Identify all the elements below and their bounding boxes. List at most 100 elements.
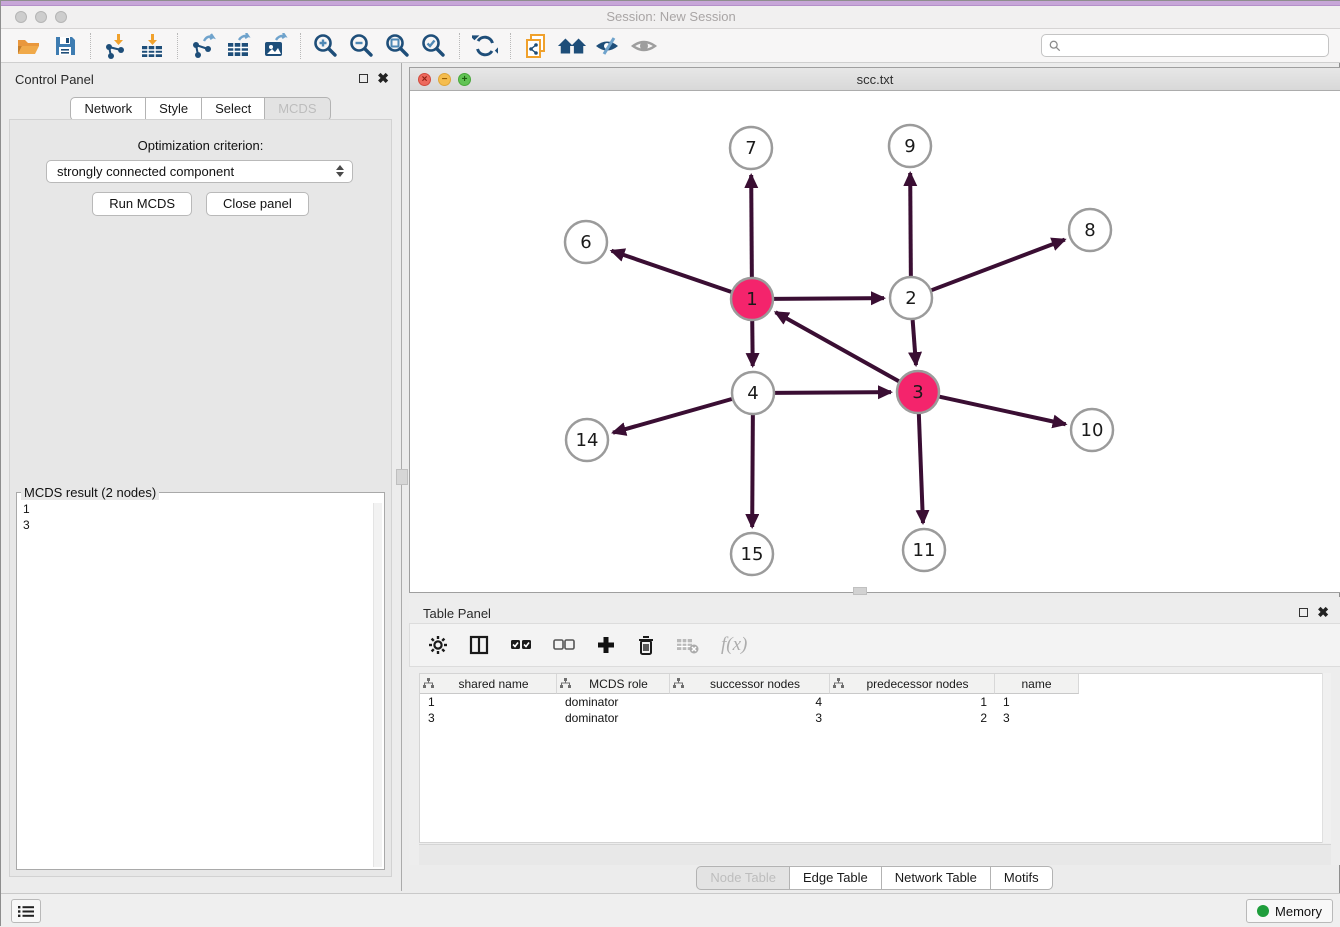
export-table-button[interactable] — [224, 32, 254, 60]
float-panel-icon[interactable] — [359, 74, 368, 83]
node-15[interactable]: 15 — [731, 533, 773, 575]
edge-1-6[interactable] — [612, 251, 732, 292]
create-column-button[interactable] — [596, 635, 616, 655]
run-mcds-button[interactable]: Run MCDS — [92, 192, 192, 216]
column-header-successor-nodes[interactable]: successor nodes — [670, 674, 830, 694]
column-header-shared-name[interactable]: shared name — [420, 674, 557, 694]
tab-select[interactable]: Select — [201, 97, 265, 121]
node-label: 10 — [1081, 420, 1104, 441]
node-1[interactable]: 1 — [731, 278, 773, 320]
node-label: 2 — [905, 288, 916, 309]
delete-table-button[interactable] — [676, 635, 700, 655]
node-6[interactable]: 6 — [565, 221, 607, 263]
import-network-button[interactable] — [101, 32, 131, 60]
tab-mcds[interactable]: MCDS — [264, 97, 330, 121]
node-7[interactable]: 7 — [730, 127, 772, 169]
node-14[interactable]: 14 — [566, 419, 608, 461]
column-header-predecessor-nodes[interactable]: predecessor nodes — [830, 674, 995, 694]
function-builder-button[interactable]: f(x) — [721, 634, 747, 656]
mcds-result-text[interactable]: 1 3 — [17, 501, 372, 867]
edge-1-7[interactable] — [751, 175, 752, 277]
save-session-button[interactable] — [50, 32, 80, 60]
node-label: 3 — [912, 382, 923, 403]
table-vertical-scrollbar[interactable] — [1322, 673, 1331, 843]
edge-2-3[interactable] — [913, 320, 916, 365]
table-cell[interactable]: 3 — [995, 710, 1079, 726]
tab-motifs[interactable]: Motifs — [990, 866, 1053, 890]
delete-column-button[interactable] — [637, 635, 655, 656]
zoom-in-button[interactable] — [311, 32, 341, 60]
node-11[interactable]: 11 — [903, 529, 945, 571]
node-8[interactable]: 8 — [1069, 209, 1111, 251]
result-scrollbar[interactable] — [373, 503, 382, 867]
node-table[interactable]: shared nameMCDS rolesuccessor nodesprede… — [419, 673, 1331, 843]
float-panel-icon[interactable] — [1299, 608, 1308, 617]
table-cell[interactable]: dominator — [557, 710, 670, 726]
table-cell[interactable]: 4 — [670, 694, 830, 710]
tab-style[interactable]: Style — [145, 97, 202, 121]
table-row[interactable]: 1dominator411 — [420, 694, 1330, 710]
criterion-select[interactable]: strongly connected component — [46, 160, 353, 183]
table-cell[interactable]: 1 — [995, 694, 1079, 710]
node-label: 4 — [747, 383, 758, 404]
edges-group[interactable] — [612, 173, 1066, 527]
table-cell[interactable]: 2 — [830, 710, 995, 726]
zoom-out-button[interactable] — [347, 32, 377, 60]
zoom-fit-button[interactable] — [383, 32, 413, 60]
tab-network-table[interactable]: Network Table — [881, 866, 991, 890]
import-table-button[interactable] — [137, 32, 167, 60]
export-network-icon — [190, 33, 216, 59]
edge-3-10[interactable] — [939, 397, 1065, 425]
search-box[interactable] — [1041, 34, 1329, 57]
zoom-selected-button[interactable] — [419, 32, 449, 60]
edge-4-14[interactable] — [613, 399, 732, 433]
refresh-button[interactable] — [470, 32, 500, 60]
node-2[interactable]: 2 — [890, 277, 932, 319]
column-type-icon — [423, 678, 434, 689]
first-neighbors-button[interactable] — [557, 32, 587, 60]
horizontal-split-handle[interactable] — [853, 587, 867, 595]
vertical-split-handle[interactable] — [396, 469, 408, 485]
memory-button[interactable]: Memory — [1246, 899, 1333, 923]
edge-4-3[interactable] — [775, 392, 891, 393]
close-panel-icon[interactable]: ✖ — [377, 72, 389, 84]
table-settings-button[interactable] — [428, 635, 448, 655]
node-10[interactable]: 10 — [1071, 409, 1113, 451]
table-cell[interactable]: 3 — [670, 710, 830, 726]
node-4[interactable]: 4 — [732, 372, 774, 414]
edge-4-15[interactable] — [752, 415, 753, 527]
table-cell[interactable]: dominator — [557, 694, 670, 710]
edge-3-11[interactable] — [919, 414, 923, 523]
network-canvas[interactable]: 1 2 3 4 6 7 8 9 10 11 14 15 — [410, 91, 1340, 592]
hide-selected-button[interactable] — [593, 32, 623, 60]
edge-3-1[interactable] — [776, 312, 899, 381]
new-network-from-selection-button[interactable] — [521, 32, 551, 60]
unselect-all-columns-button[interactable] — [553, 638, 575, 652]
edge-1-2[interactable] — [774, 298, 884, 299]
table-cell[interactable]: 1 — [830, 694, 995, 710]
task-history-button[interactable] — [11, 899, 41, 923]
search-input[interactable] — [1065, 39, 1328, 53]
network-window-titlebar[interactable]: × − + scc.txt — [410, 68, 1340, 91]
edge-2-8[interactable] — [932, 240, 1065, 291]
table-row[interactable]: 3dominator323 — [420, 710, 1330, 726]
export-image-button[interactable] — [260, 32, 290, 60]
table-cell[interactable]: 1 — [420, 694, 557, 710]
tab-edge-table[interactable]: Edge Table — [789, 866, 882, 890]
edge-2-9[interactable] — [910, 173, 911, 276]
column-header-name[interactable]: name — [995, 674, 1079, 694]
column-header-mcds-role[interactable]: MCDS role — [557, 674, 670, 694]
open-session-button[interactable] — [14, 32, 44, 60]
node-3[interactable]: 3 — [897, 371, 939, 413]
tab-network[interactable]: Network — [70, 97, 146, 121]
close-panel-button[interactable]: Close panel — [206, 192, 309, 216]
select-all-columns-button[interactable] — [510, 638, 532, 652]
show-columns-button[interactable] — [469, 635, 489, 655]
tab-node-table[interactable]: Node Table — [696, 866, 790, 890]
table-cell[interactable]: 3 — [420, 710, 557, 726]
export-network-button[interactable] — [188, 32, 218, 60]
node-9[interactable]: 9 — [889, 125, 931, 167]
show-all-button[interactable] — [629, 32, 659, 60]
table-horizontal-scrollbar[interactable] — [419, 844, 1331, 865]
close-panel-icon[interactable]: ✖ — [1317, 606, 1329, 618]
